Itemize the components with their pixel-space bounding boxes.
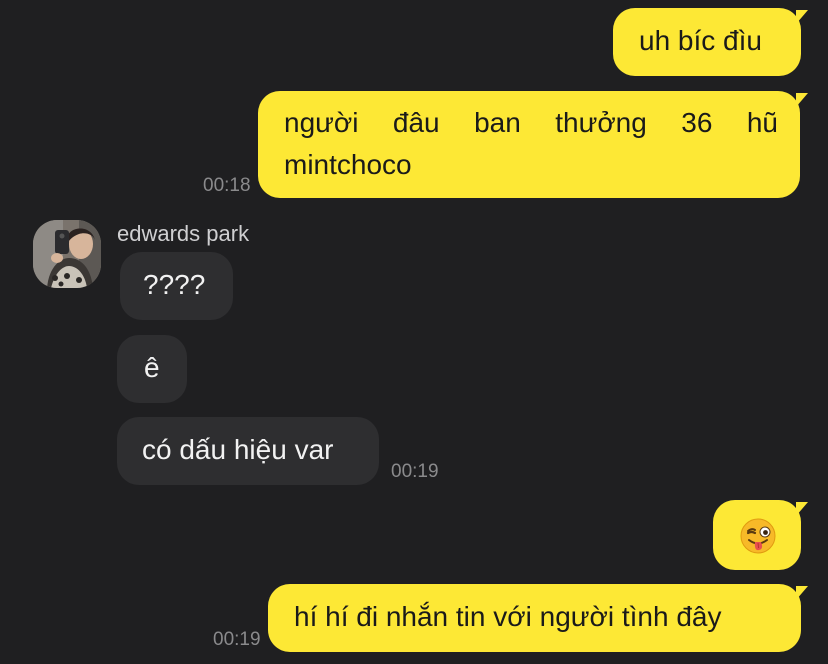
bubble-tail: [796, 10, 808, 24]
outgoing-message-bubble[interactable]: [713, 500, 801, 570]
incoming-message-bubble[interactable]: ê: [117, 335, 187, 403]
message-text: uh bíc đìu: [639, 25, 762, 56]
message-timestamp: 00:19: [213, 629, 261, 650]
avatar[interactable]: [33, 220, 101, 288]
chat-thread: uh bíc đìu người đâu ban thưởng 36 hũ mi…: [0, 0, 828, 664]
message-text: hí hí đi nhắn tin với người tình đây: [294, 601, 722, 632]
message-timestamp: 00:19: [391, 461, 439, 482]
winking-face-with-tongue-icon: [740, 518, 776, 554]
message-text: có dấu hiệu var: [142, 434, 334, 465]
message-timestamp: 00:18: [203, 175, 251, 196]
message-text: ????: [143, 269, 206, 300]
outgoing-message-bubble[interactable]: người đâu ban thưởng 36 hũ mintchoco: [258, 91, 800, 198]
incoming-message-bubble[interactable]: có dấu hiệu var: [117, 417, 379, 485]
sender-name: edwards park: [117, 221, 250, 246]
bubble-tail: [796, 93, 808, 107]
outgoing-message-bubble[interactable]: hí hí đi nhắn tin với người tình đây: [268, 584, 801, 652]
incoming-message-bubble[interactable]: ????: [120, 252, 233, 320]
message-text: ê: [144, 352, 160, 383]
message-text: người đâu ban thưởng 36 hũ mintchoco: [284, 107, 778, 180]
bubble-tail: [796, 502, 808, 516]
outgoing-message-bubble[interactable]: uh bíc đìu: [613, 8, 801, 76]
bubble-tail: [796, 586, 808, 600]
avatar-photo: [33, 220, 101, 288]
